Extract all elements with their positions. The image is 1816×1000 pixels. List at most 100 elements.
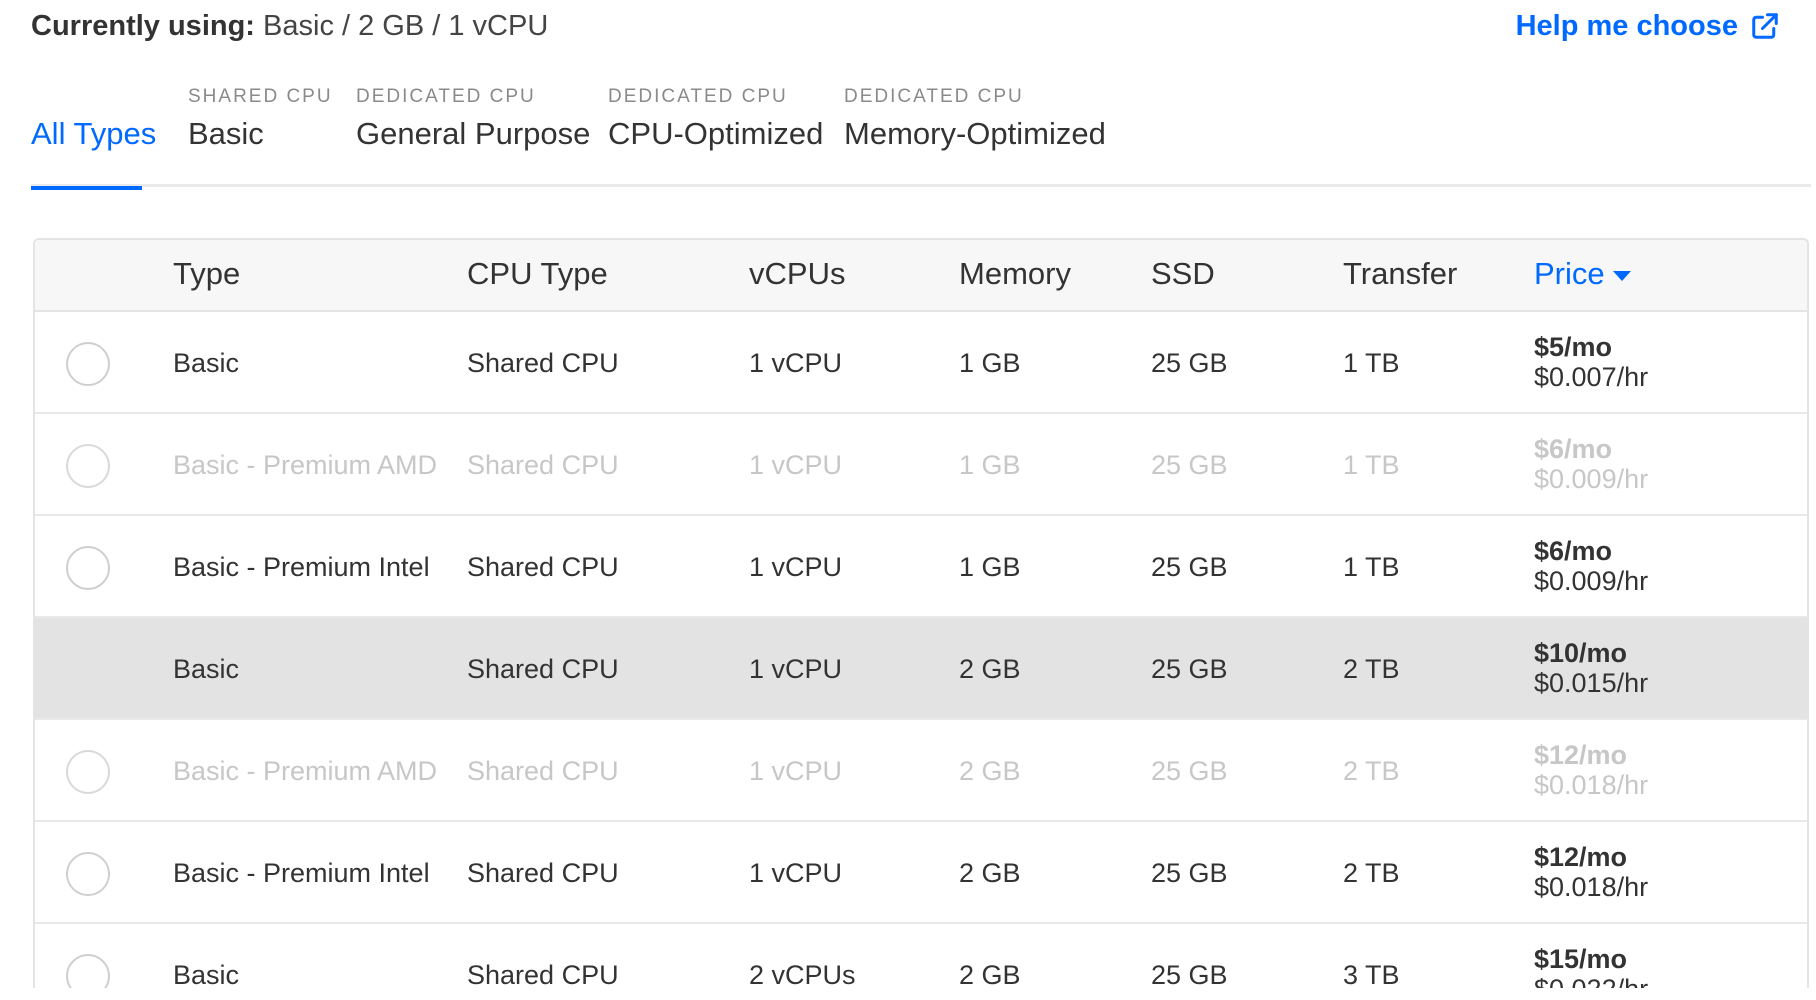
tab-category: DEDICATED CPU [608,86,788,107]
cell-price: $12/mo $0.018/hr [1534,842,1648,902]
cell-type: Basic [173,654,240,684]
tab-category: SHARED CPU [188,86,333,107]
cell-cpu-type: Shared CPU [467,960,619,988]
price-monthly: $12/mo [1534,842,1628,872]
plan-radio-button[interactable] [66,954,110,988]
price-monthly: $15/mo [1534,944,1628,974]
column-header-transfer[interactable]: Transfer [1343,240,1457,308]
cell-cpu-type: Shared CPU [467,654,619,684]
price-monthly: $6/mo [1534,536,1613,566]
table-row[interactable]: Basic - Premium Intel Shared CPU 1 vCPU 1 G… [35,516,1807,618]
cell-vcpus: 1 vCPU [749,654,843,684]
plan-radio-button[interactable] [66,852,110,896]
cell-type: Basic - Premium AMD [173,756,438,786]
cell-cpu-type: Shared CPU [467,858,619,888]
table-row[interactable]: Basic Shared CPU 2 vCPUs 2 GB 25 GB 3 TB $15/m… [35,924,1807,988]
cell-ssd: 25 GB [1151,756,1228,786]
cell-price: $6/mo $0.009/hr [1534,434,1648,494]
active-tab-indicator [31,186,142,190]
price-hourly: $0.009/hr [1534,566,1649,596]
price-monthly: $12/mo [1534,740,1628,770]
cell-transfer: 1 TB [1343,450,1400,480]
tab-category: DEDICATED CPU [356,86,536,107]
column-header-type[interactable]: Type [173,240,240,308]
cell-transfer: 2 TB [1343,654,1400,684]
cell-type: Basic - Premium Intel [173,858,430,888]
cell-transfer: 2 TB [1343,756,1400,786]
table-row: Basic - Premium AMD Shared CPU 1 vCPU 1 GB 2… [35,414,1807,516]
external-link-icon [1752,13,1778,39]
cell-vcpus: 1 vCPU [749,348,843,378]
cell-transfer: 3 TB [1343,960,1400,988]
current-plan-summary: Currently using: Basic / 2 GB / 1 vCPU [31,8,548,44]
cell-cpu-type: Shared CPU [467,552,619,582]
cell-memory: 2 GB [959,960,1021,988]
current-plan-label: Currently using: [31,10,255,42]
cell-memory: 1 GB [959,552,1021,582]
cell-transfer: 1 TB [1343,348,1400,378]
help-me-choose-link[interactable]: Help me choose [1516,8,1780,44]
table-row[interactable]: Basic - Premium Intel Shared CPU 1 vCPU 2 G… [35,822,1807,924]
table-row[interactable]: Basic Shared CPU 1 vCPU 2 GB 25 GB 2 TB $10/mo… [35,618,1807,720]
current-plan-value: Basic / 2 GB / 1 vCPU [263,10,549,42]
column-header-vcpus[interactable]: vCPUs [749,240,845,308]
help-me-choose-label: Help me choose [1515,10,1738,42]
price-hourly: $0.022/hr [1534,974,1648,988]
price-hourly: $0.018/hr [1534,872,1649,902]
cell-ssd: 25 GB [1151,348,1228,378]
plan-radio-button[interactable] [66,342,110,386]
price-hourly: $0.015/hr [1534,668,1649,698]
cell-memory: 1 GB [959,450,1021,480]
cell-price: $15/mo$0.022/hr [1534,944,1648,988]
cell-type: Basic - Premium AMD [173,450,438,480]
price-hourly: $0.009/hr [1534,464,1649,494]
plan-radio-button [66,750,110,794]
cell-price: $5/mo $0.007/hr [1534,332,1648,392]
tab-category: DEDICATED CPU [844,86,1024,107]
column-header-ssd[interactable]: SSD [1151,240,1215,308]
cell-type: Basic [173,348,240,378]
tab-label: Memory-Optimized [844,116,1106,151]
cell-cpu-type: Shared CPU [467,348,619,378]
price-monthly: $10/mo [1534,638,1628,668]
cell-type: Basic [173,960,240,988]
tab-all-types[interactable]: All Types [31,80,156,190]
cell-memory: 1 GB [959,348,1021,378]
column-header-memory[interactable]: Memory [959,240,1071,308]
cell-vcpus: 1 vCPU [749,858,843,888]
column-header-price[interactable]: Price [1534,240,1631,308]
cell-memory: 2 GB [959,756,1021,786]
cell-cpu-type: Shared CPU [467,450,619,480]
table-row: Basic - Premium AMD Shared CPU 1 vCPU 2 GB 2… [35,720,1807,822]
price-hourly: $0.007/hr [1534,362,1649,392]
cell-transfer: 2 TB [1343,858,1400,888]
plan-table: Type CPU Type vCPUs Memory SSD Transfer … [33,238,1809,988]
cell-vcpus: 2 vCPUs [749,960,856,988]
plan-radio-button [66,444,110,488]
plan-radio-button[interactable] [66,546,110,590]
cell-vcpus: 1 vCPU [749,756,843,786]
cell-price: $6/mo $0.009/hr [1534,536,1648,596]
cell-ssd: 25 GB [1151,858,1228,888]
tab-label: All Types [31,116,157,151]
tab-label: CPU-Optimized [608,116,824,151]
table-header: Type CPU Type vCPUs Memory SSD Transfer … [35,240,1807,312]
cell-vcpus: 1 vCPU [749,552,843,582]
cell-type: Basic - Premium Intel [173,552,430,582]
column-header-cpu-type[interactable]: CPU Type [467,240,608,308]
tab-label: Basic [188,116,264,151]
cell-price: $12/mo $0.018/hr [1534,740,1648,800]
sort-descending-icon [1612,270,1631,281]
cell-ssd: 25 GB [1151,552,1228,582]
cell-cpu-type: Shared CPU [467,756,619,786]
price-hourly: $0.018/hr [1534,770,1649,800]
cell-ssd: 25 GB [1151,654,1228,684]
cell-price: $10/mo $0.015/hr [1534,638,1648,698]
cell-transfer: 1 TB [1343,552,1400,582]
table-row[interactable]: Basic Shared CPU 1 vCPU 1 GB 25 GB 1 TB $5/mo $… [35,312,1807,414]
price-header-label: Price [1534,256,1605,291]
price-monthly: $6/mo [1534,434,1613,464]
cell-memory: 2 GB [959,858,1021,888]
cell-vcpus: 1 vCPU [749,450,843,480]
price-monthly: $5/mo [1534,332,1613,362]
